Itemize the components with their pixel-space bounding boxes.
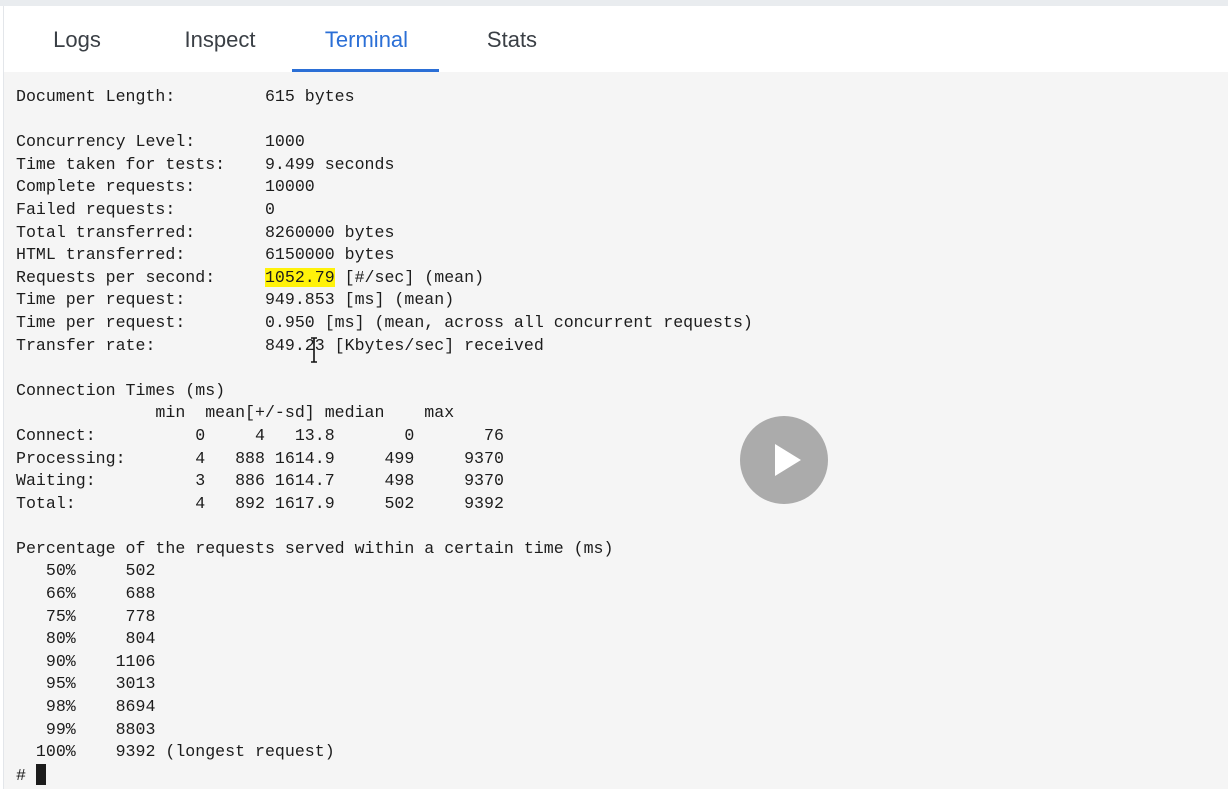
- percentile-row: 66% 688: [16, 584, 156, 604]
- percentile-row: 99% 8803: [16, 719, 156, 739]
- stat-label: Time taken for tests:: [16, 154, 265, 174]
- stat-label: Requests per second:: [16, 267, 265, 287]
- percentile-row: 50% 502: [16, 561, 156, 581]
- terminal-output: Document Length: 615 bytes Concurrency L…: [16, 86, 753, 787]
- connection-times-title: Connection Times (ms): [16, 380, 226, 400]
- connection-row: Total: 4 892 1617.9 502 9392: [16, 493, 504, 513]
- percentile-row: 75% 778: [16, 606, 156, 626]
- stat-value: 6150000 bytes: [264, 245, 395, 265]
- stat-label: Complete requests:: [16, 177, 265, 197]
- percentile-row: 100% 9392 (longest request): [16, 742, 335, 762]
- tab-bar: Logs Inspect Terminal Stats: [3, 6, 1228, 72]
- percentile-row: 80% 804: [16, 629, 156, 649]
- play-button[interactable]: [740, 416, 828, 504]
- stat-value: 949.853 [ms] (mean): [264, 290, 455, 310]
- terminal-cursor: [35, 763, 46, 785]
- tab-inspect[interactable]: Inspect: [162, 6, 278, 72]
- connection-row: Connect: 0 4 13.8 0 76: [16, 425, 504, 445]
- stat-value: 8260000 bytes: [264, 222, 395, 242]
- stat-value: 0: [264, 199, 275, 219]
- shell-prompt: #: [16, 765, 36, 785]
- percentile-row: 98% 8694: [16, 697, 156, 717]
- text-cursor-icon: [311, 337, 317, 363]
- stat-value: 849.23 [Kbytes/sec] received: [264, 335, 544, 355]
- percentile-row: 95% 3013: [16, 674, 156, 694]
- stat-label: Time per request:: [16, 290, 265, 310]
- connection-times-header: min mean[+/-sd] median max: [16, 403, 455, 423]
- stat-label: Document Length:: [16, 87, 265, 106]
- tab-stats[interactable]: Stats: [466, 6, 558, 72]
- play-icon: [775, 444, 801, 476]
- stat-label: HTML transferred:: [16, 245, 265, 265]
- percentage-title: Percentage of the requests served within…: [16, 538, 614, 558]
- stat-value: 9.499 seconds: [264, 154, 395, 174]
- stat-value: 0.950 [ms] (mean, across all concurrent …: [264, 312, 753, 332]
- tab-terminal[interactable]: Terminal: [293, 6, 440, 72]
- stat-label: Concurrency Level:: [16, 132, 265, 152]
- stat-label: Transfer rate:: [16, 335, 265, 355]
- tab-logs[interactable]: Logs: [31, 6, 123, 72]
- connection-row: Waiting: 3 886 1614.7 498 9370: [16, 471, 504, 491]
- terminal-panel[interactable]: Document Length: 615 bytes Concurrency L…: [3, 72, 1228, 789]
- stat-unit: [#/sec] (mean): [334, 267, 485, 287]
- stat-value: 10000: [264, 177, 315, 197]
- stat-label: Total transferred:: [16, 222, 265, 242]
- stat-value: 1000: [264, 132, 305, 152]
- connection-row: Processing: 4 888 1614.9 499 9370: [16, 448, 504, 468]
- stat-value: 615 bytes: [264, 87, 355, 106]
- stat-label: Time per request:: [16, 312, 265, 332]
- percentile-row: 90% 1106: [16, 651, 156, 671]
- requests-per-second-value: 1052.79: [264, 267, 335, 287]
- stat-label: Failed requests:: [16, 199, 265, 219]
